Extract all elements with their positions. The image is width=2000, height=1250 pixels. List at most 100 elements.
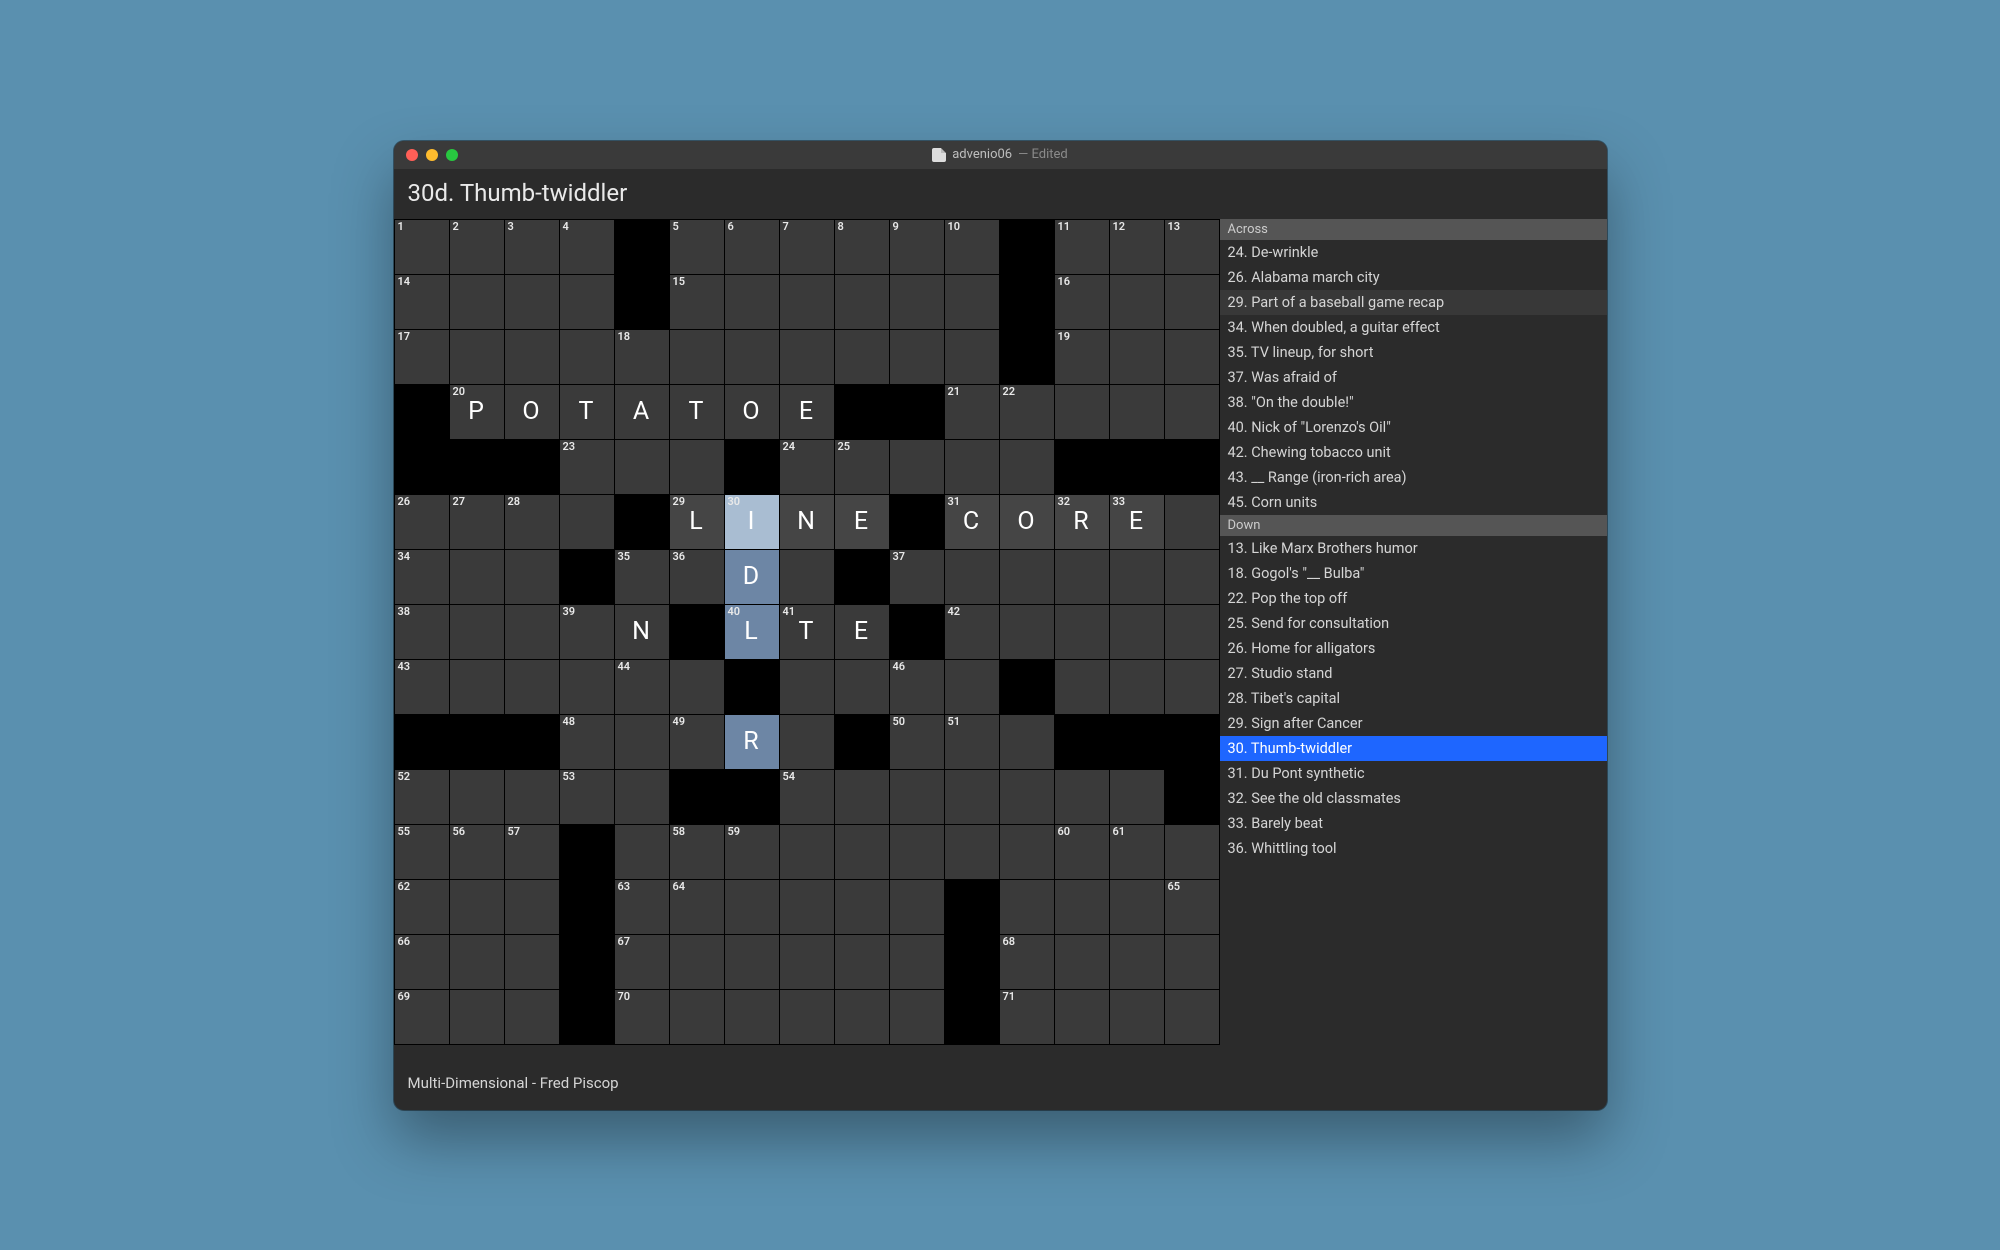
grid-cell[interactable]: 35 bbox=[615, 550, 670, 605]
grid-cell[interactable] bbox=[890, 275, 945, 330]
grid-cell[interactable] bbox=[835, 935, 890, 990]
grid-cell[interactable] bbox=[505, 935, 560, 990]
grid-cell[interactable]: D bbox=[725, 550, 780, 605]
grid-cell[interactable] bbox=[1110, 330, 1165, 385]
clue-item[interactable]: 24. De-wrinkle bbox=[1220, 240, 1607, 265]
grid-cell[interactable] bbox=[890, 935, 945, 990]
grid-cell[interactable] bbox=[1000, 550, 1055, 605]
grid-cell[interactable] bbox=[1000, 715, 1055, 770]
grid-cell[interactable] bbox=[615, 825, 670, 880]
clue-sidebar[interactable]: Across 24. De-wrinkle26. Alabama march c… bbox=[1220, 219, 1607, 1060]
grid-cell[interactable] bbox=[1000, 770, 1055, 825]
grid-cell[interactable] bbox=[780, 275, 835, 330]
grid-cell[interactable]: 65 bbox=[1165, 880, 1220, 935]
grid-cell[interactable] bbox=[1110, 605, 1165, 660]
zoom-icon[interactable] bbox=[446, 149, 458, 161]
grid-cell[interactable]: 38 bbox=[395, 605, 450, 660]
grid-cell[interactable] bbox=[560, 495, 615, 550]
clue-item[interactable]: 25. Send for consultation bbox=[1220, 611, 1607, 636]
grid-cell[interactable]: O bbox=[1000, 495, 1055, 550]
grid-cell[interactable]: 56 bbox=[450, 825, 505, 880]
grid-cell[interactable]: 64 bbox=[670, 880, 725, 935]
grid-cell[interactable]: 69 bbox=[395, 990, 450, 1045]
grid-cell[interactable]: 46 bbox=[890, 660, 945, 715]
grid-cell[interactable] bbox=[560, 275, 615, 330]
grid-cell[interactable] bbox=[780, 330, 835, 385]
clue-item[interactable]: 31. Du Pont synthetic bbox=[1220, 761, 1607, 786]
grid-cell[interactable] bbox=[1000, 825, 1055, 880]
grid-cell[interactable]: 48 bbox=[560, 715, 615, 770]
grid-cell[interactable] bbox=[505, 770, 560, 825]
grid-cell[interactable]: E bbox=[835, 605, 890, 660]
grid-cell[interactable] bbox=[1055, 605, 1110, 660]
grid-cell[interactable] bbox=[615, 715, 670, 770]
grid-cell[interactable] bbox=[1165, 275, 1220, 330]
grid-cell[interactable] bbox=[780, 990, 835, 1045]
grid-cell[interactable] bbox=[450, 990, 505, 1045]
grid-cell[interactable] bbox=[1055, 550, 1110, 605]
grid-cell[interactable]: 71 bbox=[1000, 990, 1055, 1045]
grid-cell[interactable] bbox=[1000, 440, 1055, 495]
grid-cell[interactable] bbox=[945, 550, 1000, 605]
grid-cell[interactable]: A bbox=[615, 385, 670, 440]
grid-cell[interactable]: 50 bbox=[890, 715, 945, 770]
titlebar[interactable]: advenio06 — Edited bbox=[394, 141, 1607, 169]
grid-cell[interactable] bbox=[1055, 660, 1110, 715]
grid-cell[interactable]: 30I bbox=[725, 495, 780, 550]
clue-item[interactable]: 45. Corn units bbox=[1220, 490, 1607, 515]
grid-cell[interactable] bbox=[1110, 385, 1165, 440]
grid-cell[interactable]: 6 bbox=[725, 220, 780, 275]
grid-cell[interactable]: 62 bbox=[395, 880, 450, 935]
grid-cell[interactable]: 44 bbox=[615, 660, 670, 715]
grid-cell[interactable]: 5 bbox=[670, 220, 725, 275]
grid-cell[interactable]: 68 bbox=[1000, 935, 1055, 990]
grid-cell[interactable] bbox=[945, 770, 1000, 825]
grid-cell[interactable]: 60 bbox=[1055, 825, 1110, 880]
grid-cell[interactable]: R bbox=[725, 715, 780, 770]
grid-cell[interactable] bbox=[1055, 935, 1110, 990]
grid-cell[interactable]: O bbox=[505, 385, 560, 440]
grid-cell[interactable] bbox=[890, 440, 945, 495]
grid-cell[interactable]: 27 bbox=[450, 495, 505, 550]
grid-cell[interactable] bbox=[505, 605, 560, 660]
grid-cell[interactable]: 25 bbox=[835, 440, 890, 495]
grid-cell[interactable] bbox=[1165, 990, 1220, 1045]
grid-cell[interactable] bbox=[945, 440, 1000, 495]
grid-cell[interactable]: 15 bbox=[670, 275, 725, 330]
grid-cell[interactable]: 28 bbox=[505, 495, 560, 550]
grid-cell[interactable] bbox=[450, 550, 505, 605]
clue-item[interactable]: 35. TV lineup, for short bbox=[1220, 340, 1607, 365]
grid-cell[interactable] bbox=[1000, 880, 1055, 935]
grid-cell[interactable]: 67 bbox=[615, 935, 670, 990]
grid-cell[interactable] bbox=[890, 825, 945, 880]
grid-cell[interactable] bbox=[1055, 385, 1110, 440]
grid-cell[interactable] bbox=[945, 330, 1000, 385]
grid-cell[interactable] bbox=[1165, 495, 1220, 550]
grid-cell[interactable]: E bbox=[780, 385, 835, 440]
clue-item[interactable]: 18. Gogol's "__ Bulba" bbox=[1220, 561, 1607, 586]
grid-cell[interactable] bbox=[615, 770, 670, 825]
grid-cell[interactable] bbox=[1110, 550, 1165, 605]
grid-cell[interactable]: N bbox=[780, 495, 835, 550]
crossword-grid[interactable]: 1234567891011121314151617181920POTATOE21… bbox=[394, 219, 1220, 1045]
grid-cell[interactable] bbox=[780, 880, 835, 935]
grid-cell[interactable]: 9 bbox=[890, 220, 945, 275]
clue-item[interactable]: 38. "On the double!" bbox=[1220, 390, 1607, 415]
grid-cell[interactable]: 1 bbox=[395, 220, 450, 275]
grid-cell[interactable] bbox=[725, 275, 780, 330]
grid-cell[interactable]: 10 bbox=[945, 220, 1000, 275]
grid-cell[interactable]: O bbox=[725, 385, 780, 440]
clue-item[interactable]: 30. Thumb-twiddler bbox=[1220, 736, 1607, 761]
grid-cell[interactable] bbox=[560, 330, 615, 385]
grid-cell[interactable] bbox=[835, 275, 890, 330]
grid-cell[interactable] bbox=[505, 550, 560, 605]
grid-cell[interactable]: 4 bbox=[560, 220, 615, 275]
grid-cell[interactable] bbox=[725, 990, 780, 1045]
grid-cell[interactable] bbox=[505, 660, 560, 715]
grid-cell[interactable]: 3 bbox=[505, 220, 560, 275]
grid-cell[interactable] bbox=[450, 275, 505, 330]
grid-cell[interactable]: 61 bbox=[1110, 825, 1165, 880]
grid-cell[interactable] bbox=[1165, 825, 1220, 880]
clue-item[interactable]: 13. Like Marx Brothers humor bbox=[1220, 536, 1607, 561]
grid-cell[interactable] bbox=[1165, 330, 1220, 385]
